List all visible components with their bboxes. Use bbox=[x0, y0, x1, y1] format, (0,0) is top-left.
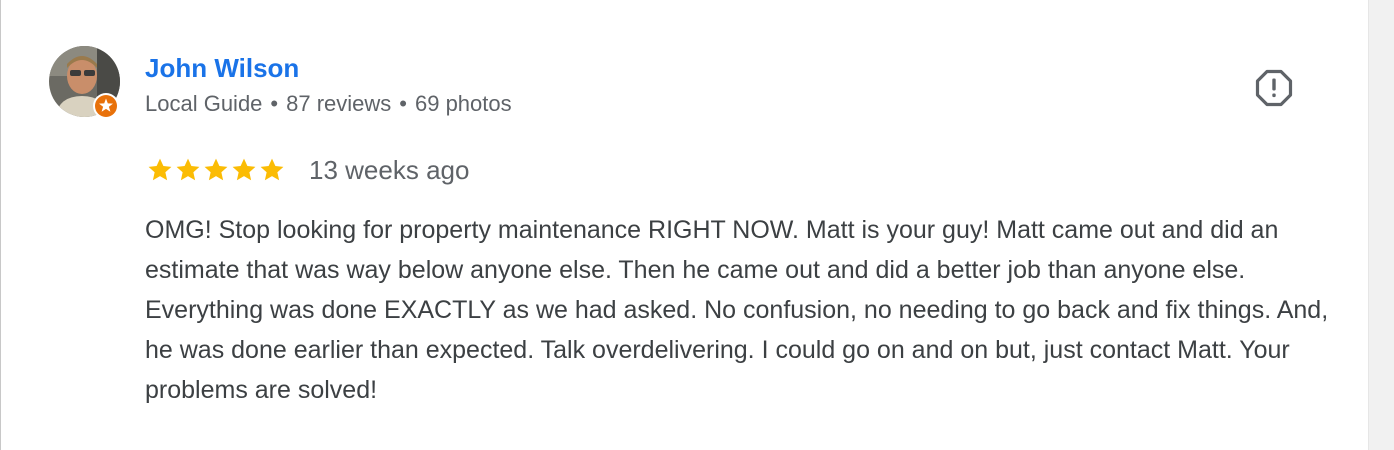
star-icon bbox=[146, 156, 174, 184]
local-guide-label: Local Guide bbox=[145, 91, 263, 116]
meta-separator: • bbox=[270, 91, 279, 116]
local-guide-badge-icon bbox=[92, 92, 120, 120]
review-text: OMG! Stop looking for property maintenan… bbox=[145, 216, 1329, 404]
review-date: 13 weeks ago bbox=[309, 155, 470, 185]
reviewer-meta: Local Guide • 87 reviews • 69 photos bbox=[145, 90, 512, 118]
star-icon bbox=[230, 156, 258, 184]
scrollbar-track[interactable] bbox=[1368, 0, 1394, 450]
report-flag-icon bbox=[1255, 69, 1293, 107]
reviews-count: 87 reviews bbox=[286, 91, 392, 116]
star-icon bbox=[174, 156, 202, 184]
star-icon bbox=[258, 156, 286, 184]
photos-count: 69 photos bbox=[414, 91, 512, 116]
report-review-button[interactable] bbox=[1254, 68, 1294, 108]
left-divider bbox=[0, 0, 1, 450]
reviewer-name-link[interactable]: John Wilson bbox=[145, 53, 299, 83]
meta-separator: • bbox=[399, 91, 407, 116]
star-rating bbox=[146, 155, 286, 185]
star-icon bbox=[202, 156, 230, 184]
